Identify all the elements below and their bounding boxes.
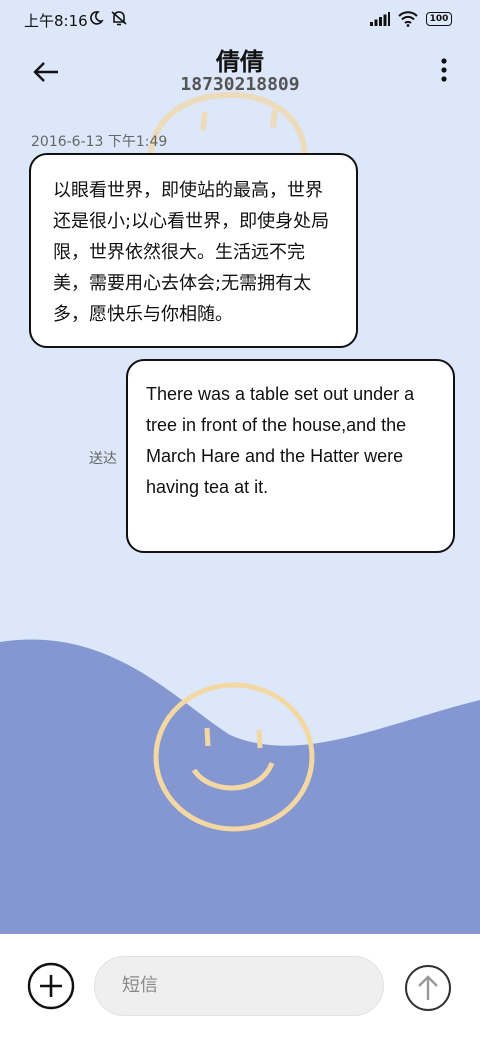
delivery-status: 送达 [89, 451, 117, 467]
status-bar: 上午8:16 100 [0, 0, 480, 40]
outgoing-message-bubble[interactable]: There was a table set out under a tree i… [126, 359, 455, 553]
sms-input[interactable]: 短信 [94, 956, 384, 1016]
signal-icon [370, 12, 390, 26]
contact-phone-number: 18730218809 [180, 74, 300, 95]
wifi-icon [398, 11, 418, 27]
mute-icon [111, 11, 127, 26]
status-icons-right: 100 [370, 11, 452, 27]
status-icons-left [88, 10, 128, 26]
message-text: There was a table set out under a tree i… [146, 384, 415, 497]
contact-name: 倩倩 [216, 48, 264, 76]
send-arrow-icon[interactable] [404, 964, 452, 1012]
message-composer: 短信 [0, 934, 480, 1040]
battery-icon: 100 [426, 12, 452, 26]
incoming-message-bubble[interactable]: 以眼看世界，即使站的最高，世界还是很小;以心看世界，即使身处局限，世界依然很大。… [29, 153, 358, 348]
status-time: 上午8:16 [24, 12, 88, 30]
moon-icon [90, 11, 104, 25]
more-vertical-icon[interactable] [438, 56, 450, 84]
add-icon[interactable] [27, 962, 75, 1010]
message-text: 以眼看世界，即使站的最高，世界还是很小;以心看世界，即使身处局限，世界依然很大。… [53, 180, 330, 325]
conversation-header: 倩倩 18730218809 [0, 40, 480, 110]
message-timestamp: 2016-6-13 下午1:49 [31, 134, 168, 150]
